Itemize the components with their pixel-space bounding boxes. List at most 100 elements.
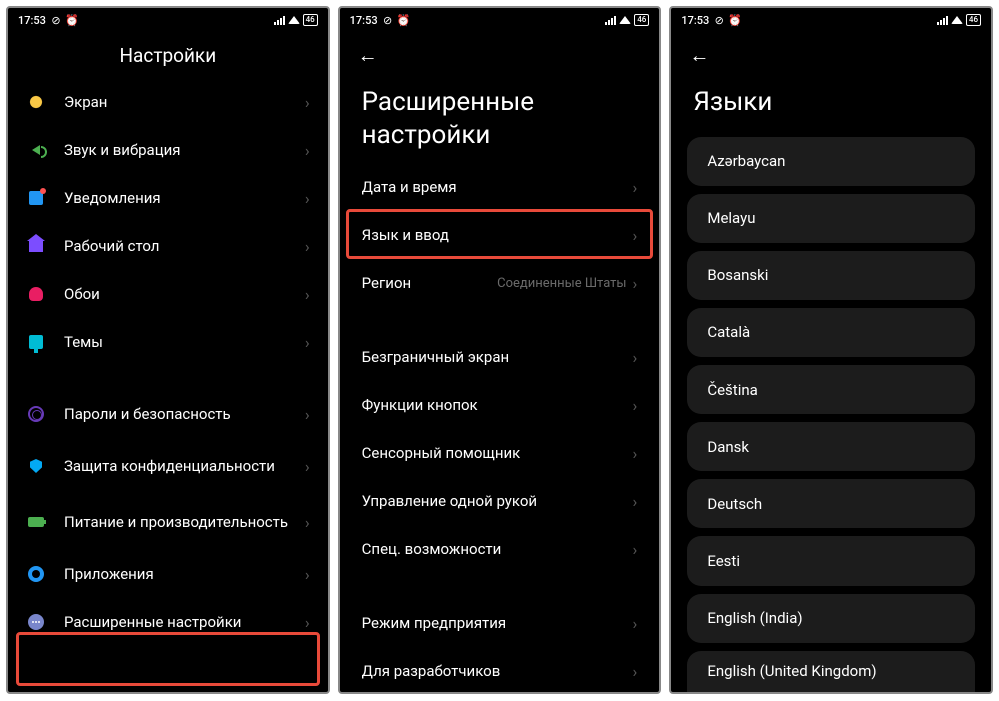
- row-label: Функции кнопок: [362, 396, 633, 414]
- lang-azerbaijani[interactable]: Azərbaycan: [687, 137, 975, 186]
- chevron-right-icon: ›: [305, 93, 310, 112]
- row-touch-assist[interactable]: Сенсорный помощник ›: [340, 429, 660, 477]
- dnd-icon: ⊘: [713, 14, 725, 26]
- row-label: Управление одной рукой: [362, 492, 633, 510]
- page-title: Языки: [671, 78, 991, 137]
- page-title: Настройки: [119, 44, 216, 67]
- row-apps[interactable]: Приложения ›: [8, 550, 328, 598]
- chevron-right-icon: ›: [305, 189, 310, 208]
- row-themes[interactable]: Темы ›: [8, 318, 328, 366]
- row-datetime[interactable]: Дата и время ›: [340, 163, 660, 211]
- chevron-right-icon: ›: [305, 565, 310, 584]
- lang-czech[interactable]: Čeština: [687, 365, 975, 414]
- row-label: Для разработчиков: [362, 662, 633, 680]
- row-language-input[interactable]: Язык и ввод ›: [340, 211, 660, 259]
- row-buttons[interactable]: Функции кнопок ›: [340, 381, 660, 429]
- lang-english-uk[interactable]: English (United Kingdom): [687, 651, 975, 692]
- row-enterprise[interactable]: Режим предприятия ›: [340, 599, 660, 647]
- signal-icon: [605, 16, 616, 25]
- row-label: Расширенные настройки: [64, 613, 305, 632]
- battery-icon: 46: [966, 14, 981, 26]
- fingerprint-icon: [26, 404, 46, 424]
- lang-english-india[interactable]: English (India): [687, 594, 975, 643]
- status-time: 17:53: [18, 14, 46, 27]
- row-label: Питание и производительность: [64, 513, 305, 532]
- chevron-right-icon: ›: [305, 457, 310, 476]
- row-display[interactable]: Экран ›: [8, 78, 328, 126]
- battery-icon: 46: [634, 14, 649, 26]
- row-label: Обои: [64, 285, 305, 304]
- row-advanced[interactable]: Расширенные настройки ›: [8, 598, 328, 646]
- status-bar: 17:53 ⊘ ⏰ 46: [8, 8, 328, 32]
- wifi-icon: [951, 16, 963, 24]
- chevron-right-icon: ›: [305, 613, 310, 632]
- lang-label: Dansk: [707, 438, 749, 456]
- lang-catalan[interactable]: Català: [687, 308, 975, 357]
- phone-settings: 17:53 ⊘ ⏰ 46 Настройки Экран › Звук и ви…: [6, 6, 330, 694]
- chevron-right-icon: ›: [633, 396, 638, 415]
- dnd-icon: ⊘: [382, 14, 394, 26]
- row-label: Рабочий стол: [64, 237, 305, 256]
- lang-label: Melayu: [707, 209, 755, 227]
- chevron-right-icon: ›: [633, 614, 638, 633]
- lang-estonian[interactable]: Eesti: [687, 536, 975, 585]
- row-passwords[interactable]: Пароли и безопасность ›: [8, 390, 328, 438]
- chevron-right-icon: ›: [305, 141, 310, 160]
- row-fullscreen[interactable]: Безграничный экран ›: [340, 333, 660, 381]
- lang-label: Català: [707, 323, 750, 341]
- row-label: Защита конфиденциальности: [64, 457, 305, 476]
- row-label: Темы: [64, 333, 305, 352]
- chevron-right-icon: ›: [633, 540, 638, 559]
- chevron-right-icon: ›: [305, 285, 310, 304]
- alarm-icon: ⏰: [729, 14, 741, 26]
- row-wallpaper[interactable]: Обои ›: [8, 270, 328, 318]
- gear-icon: [26, 564, 46, 584]
- lang-label: Eesti: [707, 552, 740, 570]
- row-label: Уведомления: [64, 189, 305, 208]
- chevron-right-icon: ›: [305, 333, 310, 352]
- lang-label: Deutsch: [707, 495, 762, 513]
- chevron-right-icon: ›: [305, 237, 310, 256]
- row-home[interactable]: Рабочий стол ›: [8, 222, 328, 270]
- lang-danish[interactable]: Dansk: [687, 422, 975, 471]
- lang-malay[interactable]: Melayu: [687, 194, 975, 243]
- volume-icon: [26, 140, 46, 160]
- row-label: Дата и время: [362, 178, 633, 196]
- back-arrow-icon[interactable]: ←: [358, 43, 378, 68]
- header: ←: [340, 32, 660, 78]
- row-label: Безграничный экран: [362, 348, 633, 366]
- row-label: Спец. возможности: [362, 540, 633, 558]
- chevron-right-icon: ›: [305, 513, 310, 532]
- back-arrow-icon[interactable]: ←: [689, 43, 709, 68]
- status-time: 17:53: [350, 14, 378, 27]
- page-title: Расширенные настройки: [340, 78, 660, 163]
- chevron-right-icon: ›: [633, 274, 638, 293]
- row-power[interactable]: Питание и производительность ›: [8, 494, 328, 550]
- row-sound[interactable]: Звук и вибрация ›: [8, 126, 328, 174]
- row-value: Соединенные Штаты: [497, 276, 626, 291]
- row-notifications[interactable]: Уведомления ›: [8, 174, 328, 222]
- wallpaper-icon: [26, 284, 46, 304]
- row-label: Экран: [64, 93, 305, 112]
- chevron-right-icon: ›: [633, 444, 638, 463]
- row-onehand[interactable]: Управление одной рукой ›: [340, 477, 660, 525]
- lang-bosnian[interactable]: Bosanski: [687, 251, 975, 300]
- row-privacy[interactable]: Защита конфиденциальности ›: [8, 438, 328, 494]
- lang-german[interactable]: Deutsch: [687, 479, 975, 528]
- lang-label: Čeština: [707, 381, 757, 399]
- theme-icon: [26, 332, 46, 352]
- row-label: Сенсорный помощник: [362, 444, 633, 462]
- row-label: Регион: [362, 274, 497, 292]
- header: Настройки: [8, 32, 328, 78]
- row-developer[interactable]: Для разработчиков ›: [340, 647, 660, 692]
- phone-advanced: 17:53 ⊘ ⏰ 46 ← Расширенные настройки Дат…: [338, 6, 662, 694]
- lang-label: English (United Kingdom): [707, 662, 876, 680]
- advanced-list: Дата и время › Язык и ввод › Регион Соед…: [340, 163, 660, 692]
- phone-languages: 17:53 ⊘ ⏰ 46 ← Языки Azərbaycan Melayu B…: [669, 6, 993, 694]
- home-icon: [26, 236, 46, 256]
- sun-icon: [26, 92, 46, 112]
- row-region[interactable]: Регион Соединенные Штаты ›: [340, 259, 660, 307]
- chevron-right-icon: ›: [633, 226, 638, 245]
- lang-label: English (India): [707, 609, 802, 627]
- row-accessibility[interactable]: Спец. возможности ›: [340, 525, 660, 573]
